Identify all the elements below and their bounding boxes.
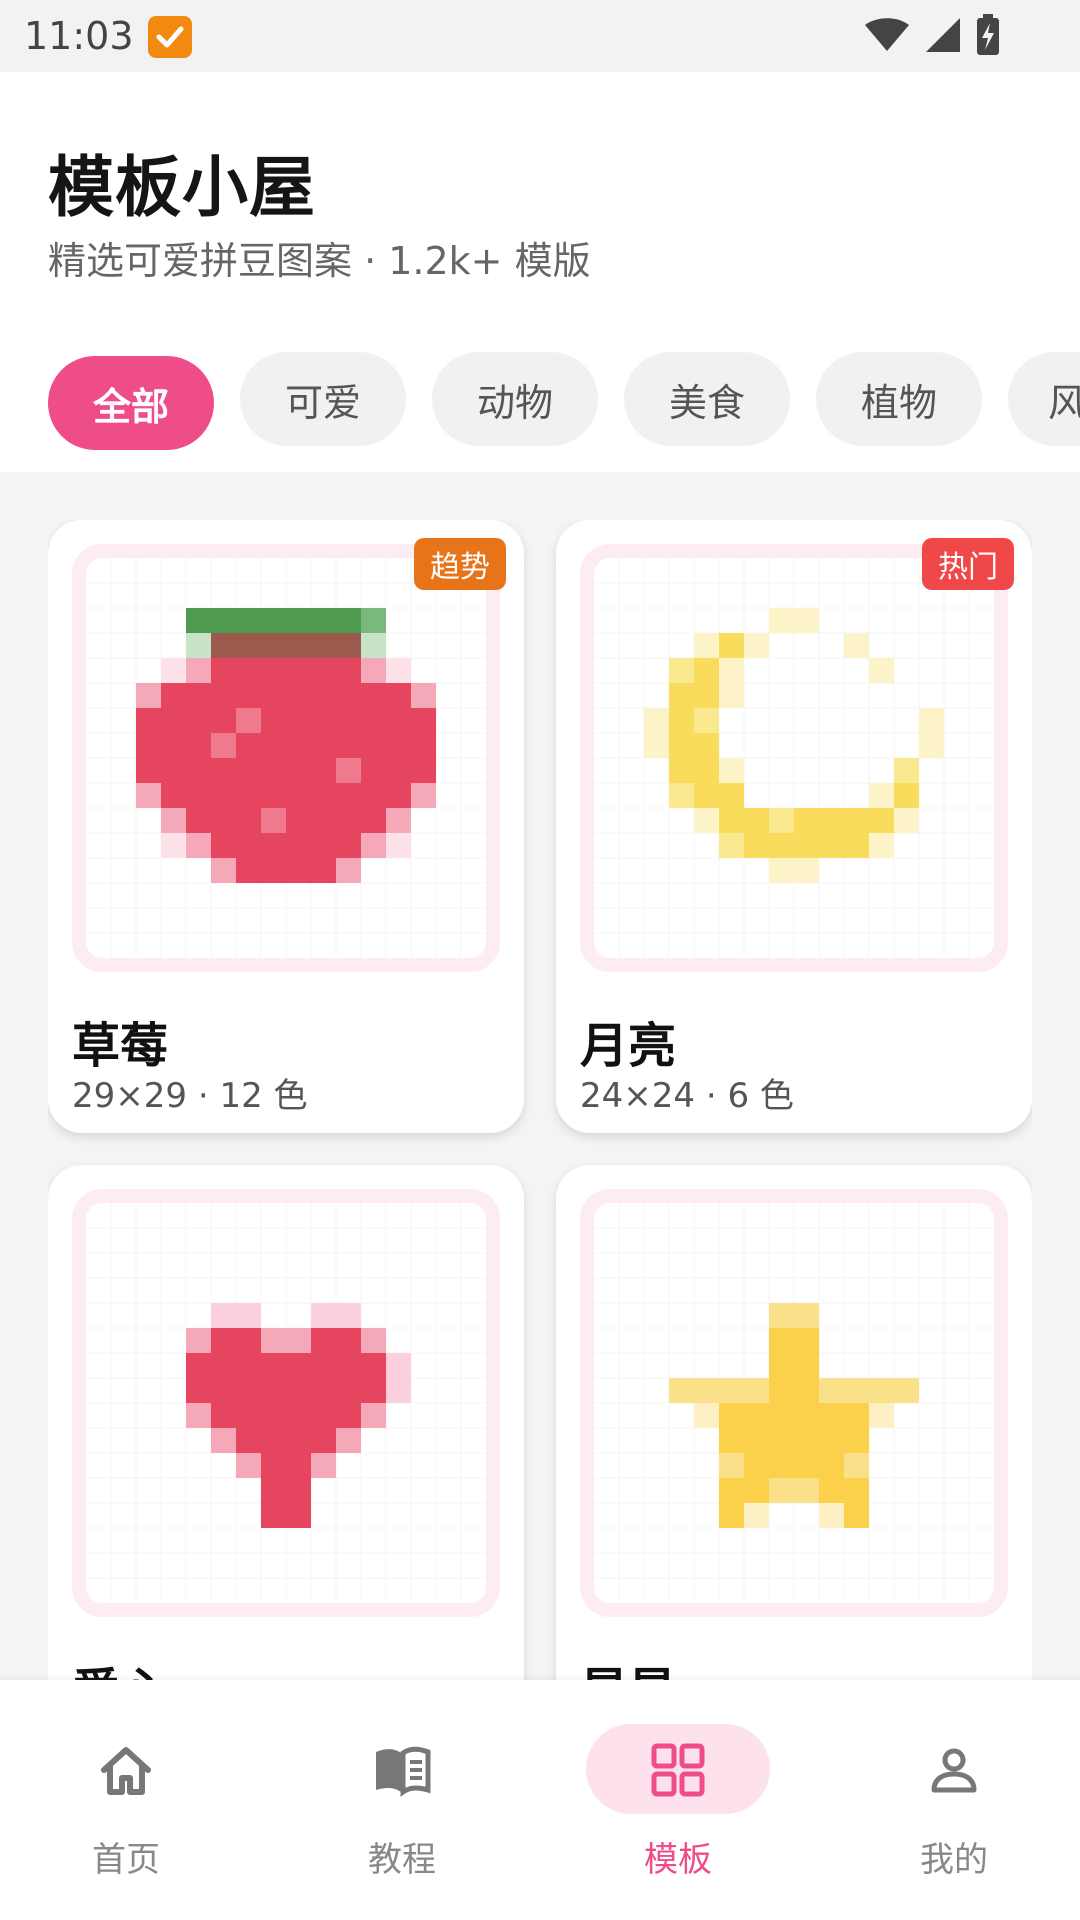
template-thumbnail [72, 544, 500, 972]
page-title: 模板小屋 [48, 149, 316, 226]
template-card-heart[interactable]: 爱心 [48, 1165, 524, 1680]
moon-pixel-icon [594, 558, 994, 958]
nav-label: 模板 [644, 1840, 712, 1880]
nav-label: 首页 [92, 1840, 160, 1880]
template-card-moon[interactable]: 热门 月亮 24×24 · 6 色 [556, 520, 1032, 1133]
category-chip-all[interactable]: 全部 [48, 356, 214, 450]
template-meta: 24×24 · 6 色 [580, 1076, 794, 1116]
nav-label: 我的 [920, 1840, 988, 1880]
nav-item-home[interactable]: 首页 [26, 1724, 226, 1884]
trending-badge: 趋势 [414, 538, 506, 590]
template-thumbnail [580, 544, 1008, 972]
battery-icon [976, 14, 1000, 56]
nav-label: 教程 [368, 1840, 436, 1880]
user-icon [931, 1748, 977, 1793]
status-bar: 11:03 [0, 0, 1080, 72]
template-grid: 趋势 草莓 29×29 · 12 色 热门 月亮 24×24 · 6 色 爱心 … [48, 520, 1032, 1680]
heart-pixel-icon [86, 1203, 486, 1603]
category-chip-style[interactable]: 风 [1008, 352, 1080, 446]
template-thumbnail [580, 1189, 1008, 1617]
status-time: 11:03 [24, 14, 134, 58]
page-header: 模板小屋 精选可爱拼豆图案 · 1.2k+ 模版 全部 可爱 动物 美食 植物 … [0, 72, 1080, 472]
bottom-navigation: 首页 教程 模板 我的 [0, 1680, 1080, 1920]
hot-badge: 热门 [922, 538, 1014, 590]
home-icon [101, 1747, 151, 1795]
nav-item-templates[interactable]: 模板 [578, 1724, 778, 1884]
template-card-strawberry[interactable]: 趋势 草莓 29×29 · 12 色 [48, 520, 524, 1133]
category-chip-cute[interactable]: 可爱 [240, 352, 406, 446]
page-subtitle: 精选可爱拼豆图案 · 1.2k+ 模版 [48, 239, 591, 283]
template-title: 月亮 [580, 1018, 677, 1074]
template-title: 爱心 [72, 1651, 168, 1680]
template-card-star[interactable]: 星星 [556, 1165, 1032, 1680]
template-meta: 29×29 · 12 色 [72, 1076, 308, 1116]
nav-item-tutorials[interactable]: 教程 [302, 1724, 502, 1884]
nav-item-profile[interactable]: 我的 [854, 1724, 1054, 1884]
template-title: 草莓 [72, 1018, 169, 1074]
checkmark-app-icon [148, 16, 192, 58]
category-chips: 全部 可爱 动物 美食 植物 风 [48, 352, 1080, 450]
book-icon [376, 1746, 431, 1797]
grid-icon [651, 1743, 705, 1797]
category-chip-food[interactable]: 美食 [624, 352, 790, 446]
category-chip-plants[interactable]: 植物 [816, 352, 982, 446]
template-title: 星星 [580, 1651, 676, 1680]
signal-icon [924, 16, 962, 54]
wifi-icon [864, 17, 910, 53]
template-thumbnail [72, 1189, 500, 1617]
strawberry-pixel-icon [86, 558, 486, 958]
category-chip-animals[interactable]: 动物 [432, 352, 598, 446]
star-pixel-icon [594, 1203, 994, 1603]
